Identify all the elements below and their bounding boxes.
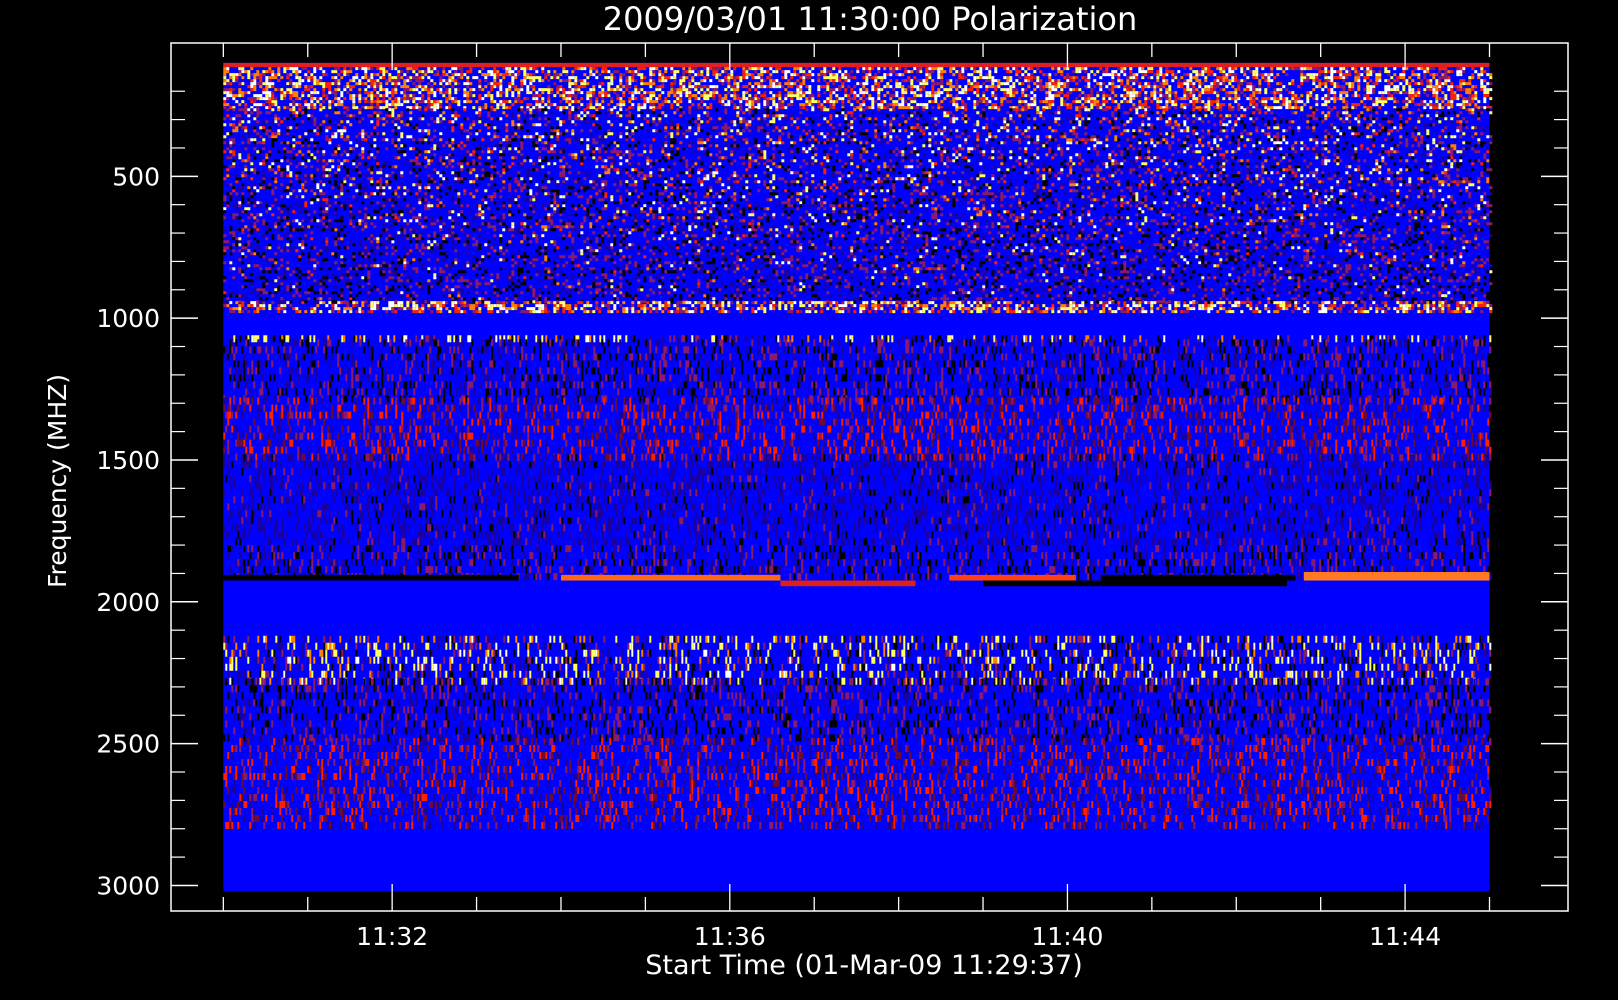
heatmap-band	[223, 62, 1490, 68]
burst-segment	[560, 574, 781, 581]
burst-segment	[949, 574, 1076, 581]
burst-segment	[1303, 572, 1490, 581]
y-tick-label: 500	[112, 162, 160, 191]
x-axis-label: Start Time (01-Mar-09 11:29:37)	[645, 950, 1083, 981]
heatmap	[223, 62, 1493, 892]
y-tick-label: 3000	[96, 871, 160, 900]
x-tick-label: 11:36	[694, 922, 766, 951]
x-tick-label: 11:40	[1031, 922, 1103, 951]
burst-segment	[223, 574, 519, 581]
y-tick-label: 1500	[96, 446, 160, 475]
y-tick-label: 2000	[96, 588, 160, 617]
y-axis-label: Frequency (MHZ)	[43, 374, 72, 588]
spectrogram-chart: 2009/03/01 11:30:00 Polarization 500 1000…	[0, 0, 1618, 1000]
chart-title: 2009/03/01 11:30:00 Polarization	[603, 0, 1137, 38]
burst-segment	[1101, 574, 1296, 581]
y-tick-label: 1000	[96, 304, 160, 333]
burst-segment	[983, 580, 1287, 587]
x-tick-label: 11:44	[1369, 922, 1441, 951]
band-edge	[223, 62, 1490, 68]
x-tick-label: 11:32	[356, 922, 428, 951]
y-tick-label: 2500	[96, 730, 160, 759]
burst-segment	[780, 580, 916, 587]
